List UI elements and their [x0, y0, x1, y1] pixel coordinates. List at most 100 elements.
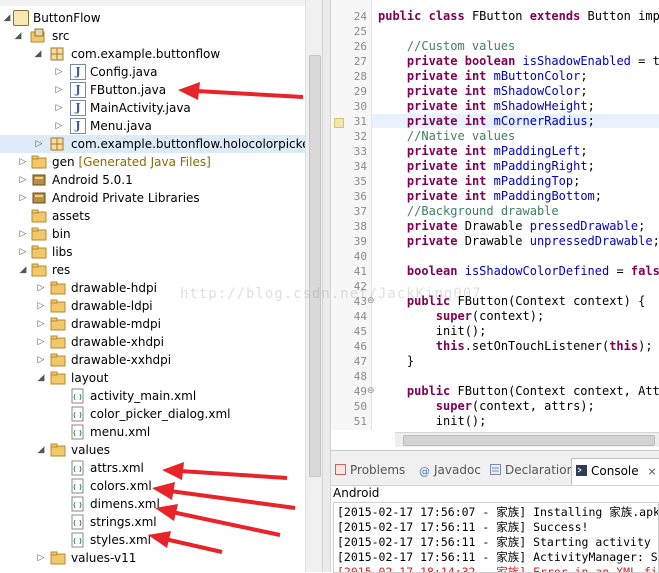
xml-file-icon	[70, 532, 86, 548]
expand-arrow-icon[interactable]: ▷	[18, 243, 28, 261]
expand-arrow-icon[interactable]: ▷	[36, 351, 46, 369]
source-folder-icon	[30, 28, 46, 44]
tree-item-label: dimens.xml	[90, 497, 160, 511]
line-number-ruler: 24 25 26 27 28 29 30 31 32 33 34 35 36 37 38 39 40 41 42 43…	[331, 0, 375, 430]
xml-file-icon	[70, 388, 86, 404]
tree-item-label: libs	[52, 245, 73, 259]
collapse-arrow-icon[interactable]: ◢	[2, 9, 12, 27]
code-line[interactable]: private int mPaddingLeft;	[378, 144, 588, 158]
library-icon	[31, 172, 47, 188]
code-line[interactable]: this.setOnTouchListener(this);	[378, 339, 653, 353]
tree-item-label: assets	[52, 209, 91, 223]
fold-toggle-icon[interactable]: ⊖	[367, 296, 375, 306]
expand-arrow-icon[interactable]: ▷	[36, 297, 46, 315]
console-line: [2015-02-17 17:56:07 - 家族] Installing 家族…	[337, 505, 659, 519]
code-line[interactable]: private int mPaddingBottom;	[378, 189, 602, 203]
tree-item-label: drawable-xhdpi	[71, 335, 165, 349]
expand-arrow-icon[interactable]: ▷	[36, 333, 46, 351]
close-icon[interactable]: ⨯	[647, 465, 656, 478]
expand-arrow-icon[interactable]: ▷	[54, 81, 64, 99]
code-line[interactable]: init();	[378, 324, 487, 338]
code-line[interactable]: private int mPaddingRight;	[378, 159, 595, 173]
view-sash[interactable]	[322, 0, 331, 572]
tree-item-label: values	[71, 443, 111, 457]
folder-icon	[31, 226, 47, 242]
code-line[interactable]: //Background drawable	[378, 204, 559, 218]
expand-arrow-icon[interactable]: ▷	[18, 153, 28, 171]
line-number: 36	[353, 190, 367, 203]
code-line[interactable]: private int mCornerRadius;	[372, 114, 659, 128]
code-line[interactable]: private Drawable pressedDrawable;	[378, 219, 645, 233]
scrollbar-thumb[interactable]	[309, 55, 321, 477]
expand-arrow-icon[interactable]: ▷	[18, 171, 28, 189]
line-number: 30	[353, 100, 367, 113]
line-number: 35	[353, 175, 367, 188]
code-line[interactable]: //Native values	[378, 129, 515, 143]
line-number: 47	[353, 355, 367, 368]
code-line[interactable]: super(context, attrs);	[378, 399, 595, 413]
collapse-arrow-icon[interactable]: ◢	[18, 261, 28, 279]
java-editor[interactable]: 24 25 26 27 28 29 30 31 32 33 34 35 36 37 38 39 40 41 42 43…	[331, 0, 659, 450]
expand-arrow-icon[interactable]: ▷	[18, 225, 28, 243]
line-number: 46	[353, 340, 367, 353]
xml-file-icon	[70, 406, 86, 422]
tree-item-label: drawable-xxhdpi	[71, 353, 172, 367]
scrollbar-thumb[interactable]	[403, 435, 655, 446]
collapse-arrow-icon[interactable]: ◢	[33, 45, 43, 63]
expand-arrow-icon[interactable]: ▷	[36, 549, 46, 567]
tab-declaration[interactable]: Declaration	[490, 461, 574, 479]
collapse-arrow-icon[interactable]: ◢	[13, 27, 23, 45]
code-line[interactable]: }	[378, 354, 414, 368]
console-line: [2015-02-17 17:56:11 - 家族] Starting acti…	[337, 535, 659, 549]
console-output[interactable]: [2015-02-17 17:56:07 - 家族] Installing 家族…	[333, 502, 659, 573]
tree-item-holocolorpicker-package[interactable]: ▷ com.example.buttonflow.holocolorpicker	[0, 135, 322, 153]
code-line[interactable]: private int mPaddingTop;	[378, 174, 580, 188]
code-line[interactable]: //Custom values	[378, 39, 515, 53]
tree-item-name: gen	[52, 155, 75, 169]
tab-javadoc[interactable]: @ Javadoc	[419, 461, 481, 479]
folder-icon	[50, 442, 66, 458]
line-number: 24	[353, 10, 367, 23]
expand-arrow-icon[interactable]: ▷	[34, 135, 44, 153]
java-file-icon: J	[70, 64, 86, 80]
tree-item-label: gen [Generated Java Files]	[52, 153, 211, 171]
problems-icon	[335, 462, 346, 475]
package-icon	[49, 46, 65, 62]
tree-item-label: activity_main.xml	[90, 389, 197, 403]
tree-item-label: colors.xml	[90, 479, 152, 493]
code-line[interactable]: super(context);	[378, 309, 544, 323]
expand-arrow-icon[interactable]: ▷	[36, 279, 46, 297]
tree-item-label: src	[52, 29, 70, 43]
tree-item-label: attrs.xml	[90, 461, 144, 475]
view-tab-bar: Problems @ Javadoc Declaration Console ⨯	[331, 451, 659, 486]
folder-icon	[50, 370, 66, 386]
occurrence-marker[interactable]	[334, 118, 344, 128]
code-line[interactable]: private int mShadowHeight;	[378, 99, 595, 113]
expand-arrow-icon[interactable]: ▷	[54, 63, 64, 81]
code-line[interactable]: public class FButton extends Button impl	[378, 9, 659, 23]
code-line[interactable]: boolean isShadowColorDefined = false	[378, 264, 659, 278]
tree-item-label: com.example.buttonflow.holocolorpicker	[71, 137, 315, 151]
fold-toggle-icon[interactable]: ⊖	[367, 386, 375, 396]
code-line[interactable]: private int mButtonColor;	[378, 69, 588, 83]
code-line[interactable]: init();	[378, 414, 487, 428]
collapse-arrow-icon[interactable]: ◢	[36, 441, 46, 459]
code-line[interactable]: public FButton(Context context, Attr	[378, 384, 659, 398]
tree-item-label: Android 5.0.1	[52, 173, 133, 187]
tree-vertical-scrollbar[interactable]	[305, 0, 322, 572]
line-number: 27	[353, 55, 367, 68]
xml-file-icon	[70, 496, 86, 512]
expand-arrow-icon[interactable]: ▷	[36, 315, 46, 333]
tab-problems[interactable]: Problems	[335, 461, 405, 479]
line-number: 50	[353, 400, 367, 413]
code-line[interactable]: private boolean isShadowEnabled = tr	[378, 54, 659, 68]
tab-console[interactable]: Console ⨯	[571, 458, 659, 485]
editor-horizontal-scrollbar[interactable]	[395, 432, 659, 447]
expand-arrow-icon[interactable]: ▷	[54, 99, 64, 117]
code-line[interactable]: public FButton(Context context) {	[378, 294, 645, 308]
code-line[interactable]: private Drawable unpressedDrawable;	[378, 234, 659, 248]
expand-arrow-icon[interactable]: ▷	[18, 189, 28, 207]
collapse-arrow-icon[interactable]: ◢	[36, 369, 46, 387]
expand-arrow-icon[interactable]: ▷	[54, 117, 64, 135]
code-line[interactable]: private int mShadowColor;	[378, 84, 588, 98]
